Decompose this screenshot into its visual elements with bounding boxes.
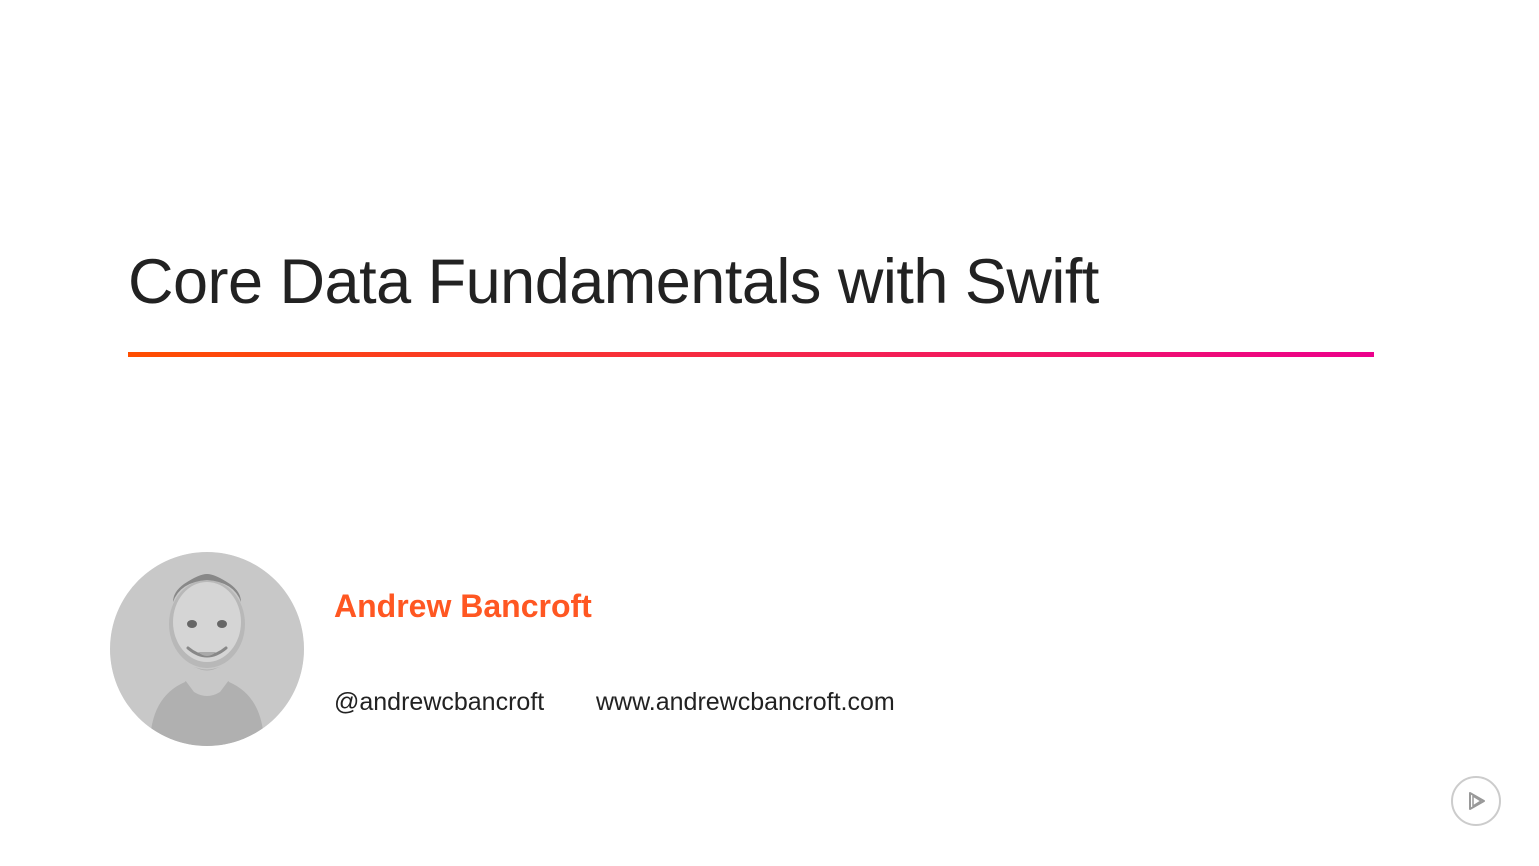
author-avatar xyxy=(110,552,304,746)
slide-title: Core Data Fundamentals with Swift xyxy=(128,246,1099,318)
author-twitter-handle: @andrewcbancroft xyxy=(334,688,544,717)
author-website: www.andrewcbancroft.com xyxy=(596,688,895,717)
pluralsight-logo-icon xyxy=(1451,776,1501,826)
author-name: Andrew Bancroft xyxy=(334,588,592,625)
title-underline xyxy=(128,352,1374,357)
